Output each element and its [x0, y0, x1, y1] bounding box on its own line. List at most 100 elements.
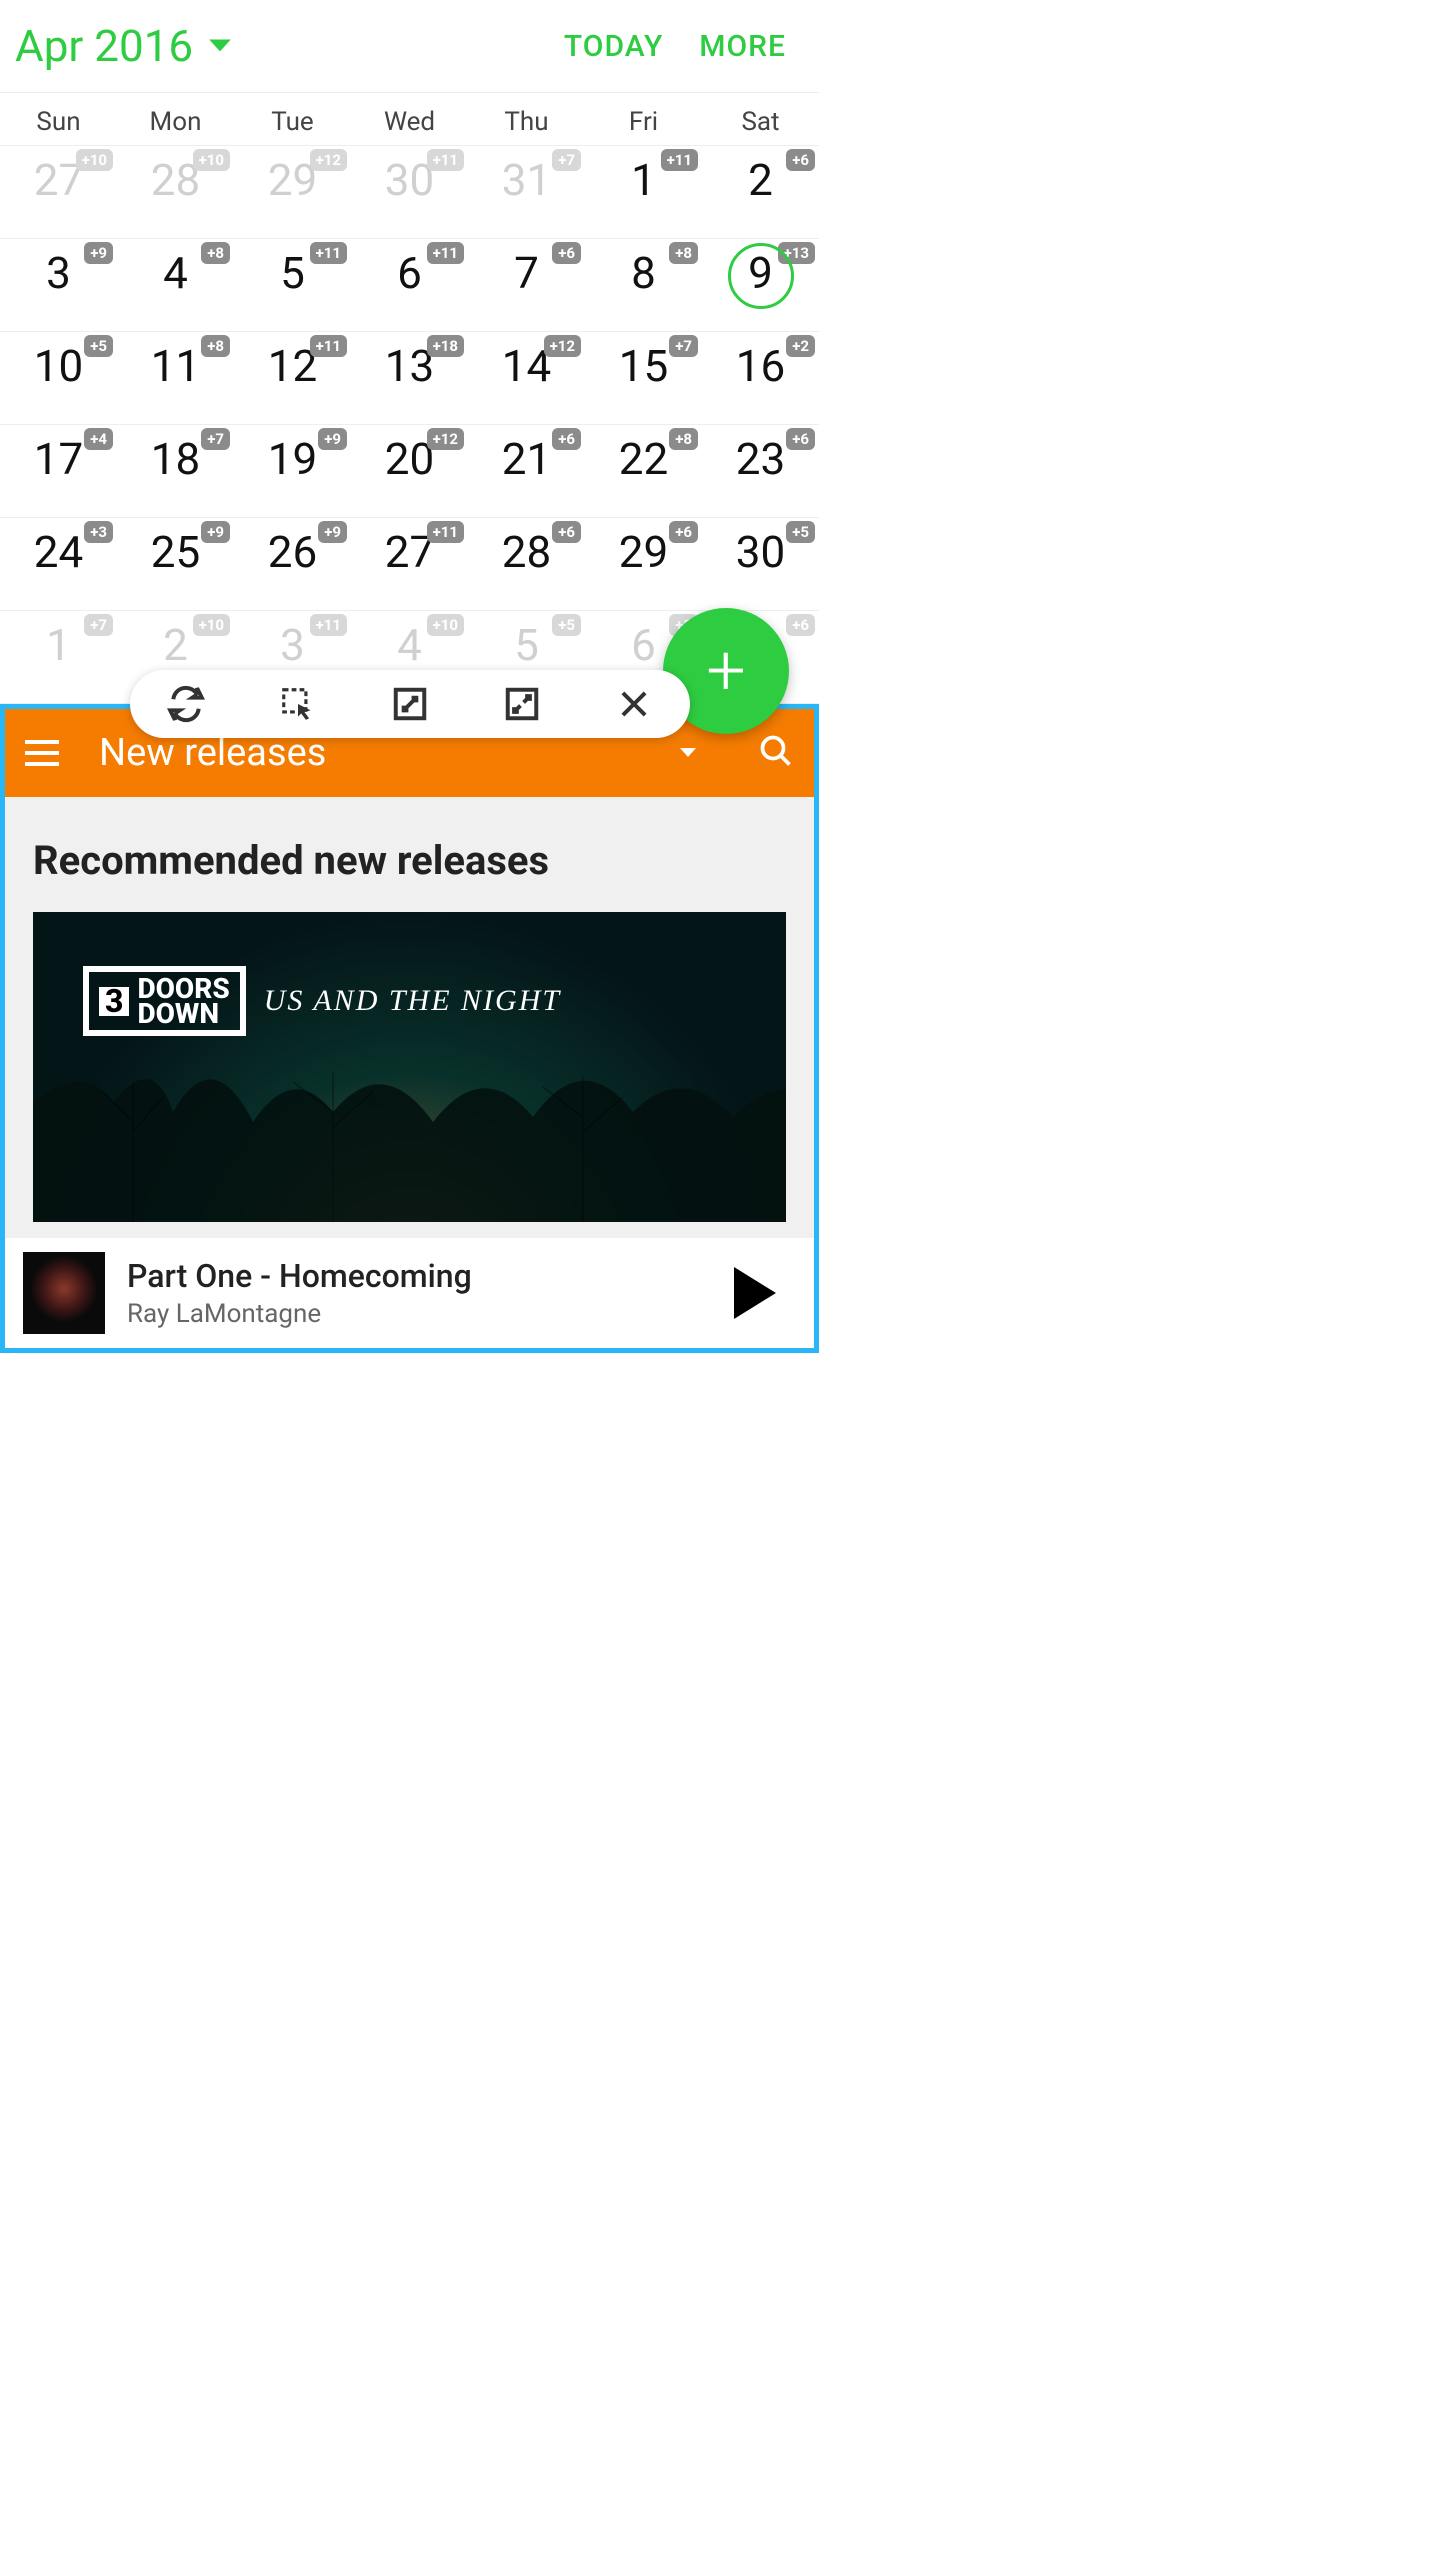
day-number: 3 — [280, 619, 305, 671]
calendar-day[interactable]: 9+13 — [702, 239, 819, 331]
calendar-week: 27+1028+1029+1230+1131+71+112+6 — [0, 146, 819, 239]
event-count-badge: +7 — [201, 428, 230, 450]
event-count-badge: +11 — [310, 614, 347, 636]
month-label: Apr 2016 — [15, 20, 193, 72]
event-count-badge: +6 — [786, 149, 815, 171]
calendar-day[interactable]: 13+18 — [351, 332, 468, 424]
tree-silhouette — [33, 1042, 786, 1222]
plus-icon: + — [706, 630, 746, 712]
event-count-badge: +4 — [84, 428, 113, 450]
calendar-day[interactable]: 3+9 — [0, 239, 117, 331]
event-count-badge: +6 — [669, 521, 698, 543]
menu-button[interactable] — [25, 740, 59, 766]
band-name: DOORS DOWN — [137, 976, 229, 1026]
album-title: US AND THE NIGHT — [264, 984, 561, 1018]
event-count-badge: +5 — [552, 614, 581, 636]
dow-tue: Tue — [234, 93, 351, 145]
play-button[interactable] — [734, 1267, 776, 1319]
month-picker[interactable]: Apr 2016 — [15, 20, 233, 72]
calendar-day[interactable]: 22+8 — [585, 425, 702, 517]
day-number: 15 — [619, 340, 668, 392]
calendar-week: 17+418+719+920+1221+622+823+6 — [0, 425, 819, 518]
calendar-day[interactable]: 16+2 — [702, 332, 819, 424]
calendar-day[interactable]: 28+10 — [117, 146, 234, 238]
event-count-badge: +6 — [786, 614, 815, 636]
search-button[interactable] — [758, 733, 794, 773]
expand-icon — [503, 685, 541, 723]
calendar-day[interactable]: 7+6 — [468, 239, 585, 331]
calendar-day[interactable]: 24+3 — [0, 518, 117, 610]
calendar-day[interactable]: 28+6 — [468, 518, 585, 610]
event-count-badge: +11 — [427, 521, 464, 543]
event-count-badge: +9 — [201, 521, 230, 543]
calendar-day[interactable]: 6+11 — [351, 239, 468, 331]
event-count-badge: +6 — [552, 242, 581, 264]
calendar-day[interactable]: 4+8 — [117, 239, 234, 331]
calendar-day[interactable]: 17+4 — [0, 425, 117, 517]
event-count-badge: +10 — [193, 149, 230, 171]
calendar-day[interactable]: 8+8 — [585, 239, 702, 331]
calendar-day[interactable]: 27+11 — [351, 518, 468, 610]
calendar-day[interactable]: 23+6 — [702, 425, 819, 517]
album-card[interactable]: 3 DOORS DOWN US AND THE NIGHT — [33, 912, 786, 1222]
day-number: 23 — [736, 433, 785, 485]
calendar-grid: 27+1028+1029+1230+1131+71+112+63+94+85+1… — [0, 146, 819, 704]
event-count-badge: +2 — [786, 335, 815, 357]
day-number: 5 — [514, 619, 539, 671]
event-count-badge: +12 — [544, 335, 581, 357]
dow-sat: Sat — [702, 93, 819, 145]
now-playing-bar[interactable]: Part One - Homecoming Ray LaMontagne — [5, 1238, 814, 1348]
calendar-day[interactable]: 14+12 — [468, 332, 585, 424]
calendar-day[interactable]: 29+12 — [234, 146, 351, 238]
close-toolbar-button[interactable] — [613, 683, 655, 725]
refresh-button[interactable] — [165, 683, 207, 725]
minimize-button[interactable] — [389, 683, 431, 725]
calendar-day[interactable]: 31+7 — [468, 146, 585, 238]
calendar-day[interactable]: 18+7 — [117, 425, 234, 517]
calendar-day[interactable]: 30+11 — [351, 146, 468, 238]
event-count-badge: +11 — [310, 335, 347, 357]
calendar-day[interactable]: 5+11 — [234, 239, 351, 331]
event-count-badge: +12 — [427, 428, 464, 450]
event-count-badge: +6 — [552, 428, 581, 450]
calendar-header: Apr 2016 TODAY MORE — [0, 0, 819, 92]
calendar-day[interactable]: 15+7 — [585, 332, 702, 424]
calendar-day[interactable]: 1+7 — [0, 611, 117, 703]
refresh-icon — [167, 685, 205, 723]
day-number: 1 — [631, 154, 656, 206]
calendar-day[interactable]: 20+12 — [351, 425, 468, 517]
calendar-day[interactable]: 27+10 — [0, 146, 117, 238]
calendar-day[interactable]: 30+5 — [702, 518, 819, 610]
shrink-icon — [391, 685, 429, 723]
calendar-week: 10+511+812+1113+1814+1215+716+2 — [0, 332, 819, 425]
select-button[interactable] — [277, 683, 319, 725]
calendar-day[interactable]: 1+11 — [585, 146, 702, 238]
day-number: 5 — [280, 247, 305, 299]
event-count-badge: +9 — [318, 521, 347, 543]
calendar-day[interactable]: 29+6 — [585, 518, 702, 610]
calendar-day[interactable]: 21+6 — [468, 425, 585, 517]
day-number: 30 — [736, 526, 785, 578]
calendar-day[interactable]: 12+11 — [234, 332, 351, 424]
calendar-day[interactable]: 10+5 — [0, 332, 117, 424]
day-number: 11 — [151, 340, 200, 392]
day-number: 17 — [34, 433, 83, 485]
dow-mon: Mon — [117, 93, 234, 145]
event-count-badge: +5 — [786, 521, 815, 543]
calendar-day[interactable]: 11+8 — [117, 332, 234, 424]
calendar-day[interactable]: 2+6 — [702, 146, 819, 238]
band-number: 3 — [99, 987, 129, 1016]
event-count-badge: +11 — [310, 242, 347, 264]
maximize-button[interactable] — [501, 683, 543, 725]
event-count-badge: +18 — [427, 335, 464, 357]
album-band-logo: 3 DOORS DOWN US AND THE NIGHT — [83, 966, 561, 1036]
more-button[interactable]: MORE — [681, 29, 804, 64]
calendar-day[interactable]: 26+9 — [234, 518, 351, 610]
today-button[interactable]: TODAY — [546, 29, 681, 64]
calendar-day[interactable]: 25+9 — [117, 518, 234, 610]
calendar-day[interactable]: 19+9 — [234, 425, 351, 517]
day-number: 6 — [397, 247, 422, 299]
dow-thu: Thu — [468, 93, 585, 145]
day-number: 8 — [631, 247, 656, 299]
event-count-badge: +11 — [427, 242, 464, 264]
